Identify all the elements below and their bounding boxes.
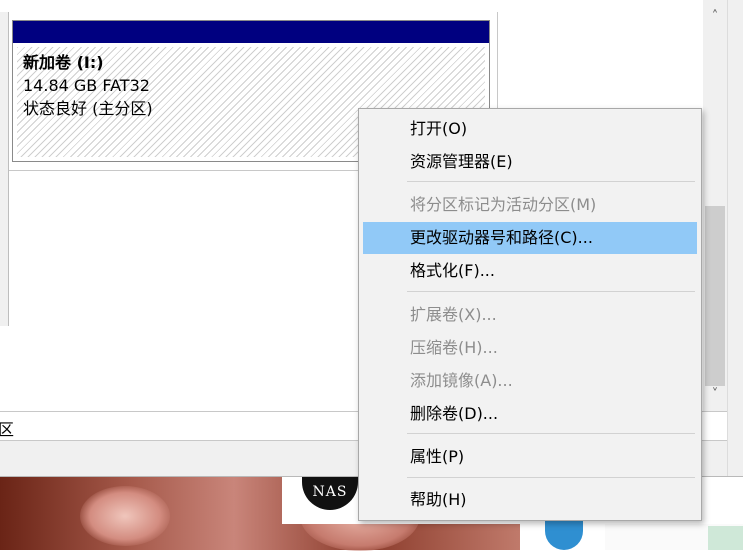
menu-item-explorer[interactable]: 资源管理器(E) [363, 146, 697, 178]
partition-context-menu: 打开(O) 资源管理器(E) 将分区标记为活动分区(M) 更改驱动器号和路径(C… [358, 108, 702, 521]
menu-item-open[interactable]: 打开(O) [363, 113, 697, 145]
menu-separator [407, 477, 695, 478]
menu-item-help[interactable]: 帮助(H) [363, 484, 697, 516]
chevron-down-icon[interactable]: ˅ [703, 384, 727, 406]
chevron-up-icon[interactable]: ˄ [703, 6, 727, 28]
menu-item-format[interactable]: 格式化(F)... [363, 255, 697, 287]
menu-separator [407, 181, 695, 182]
menu-item-change-drive-letter[interactable]: 更改驱动器号和路径(C)... [363, 222, 697, 254]
partition-header-bar [13, 21, 489, 43]
menu-item-shrink-volume[interactable]: 压缩卷(H)... [363, 332, 697, 364]
photo-blur [80, 486, 170, 546]
scroll-thumb[interactable] [705, 206, 725, 386]
disk-label-strip-2 [0, 170, 9, 326]
partition-size: 14.84 GB FAT32 [23, 76, 150, 95]
partition-status: 状态良好 (主分区) [23, 99, 153, 118]
background-blue-icon [545, 520, 583, 550]
menu-separator [407, 291, 695, 292]
partition-name: 新加卷 (I:) [23, 53, 104, 72]
menu-item-delete-volume[interactable]: 删除卷(D)... [363, 398, 697, 430]
legend-label: 区 [0, 420, 15, 439]
menu-item-mark-active[interactable]: 将分区标记为活动分区(M) [363, 189, 697, 221]
menu-item-properties[interactable]: 属性(P) [363, 441, 697, 473]
background-green-image [708, 526, 743, 550]
partition-info: 新加卷 (I:) 14.84 GB FAT32 状态良好 (主分区) [23, 51, 153, 120]
window-frame-right [727, 0, 743, 476]
menu-item-extend-volume[interactable]: 扩展卷(X)... [363, 299, 697, 331]
menu-item-add-mirror[interactable]: 添加镜像(A)... [363, 365, 697, 397]
menu-separator [407, 433, 695, 434]
vertical-scrollbar[interactable]: ˄ ˅ [703, 0, 727, 411]
